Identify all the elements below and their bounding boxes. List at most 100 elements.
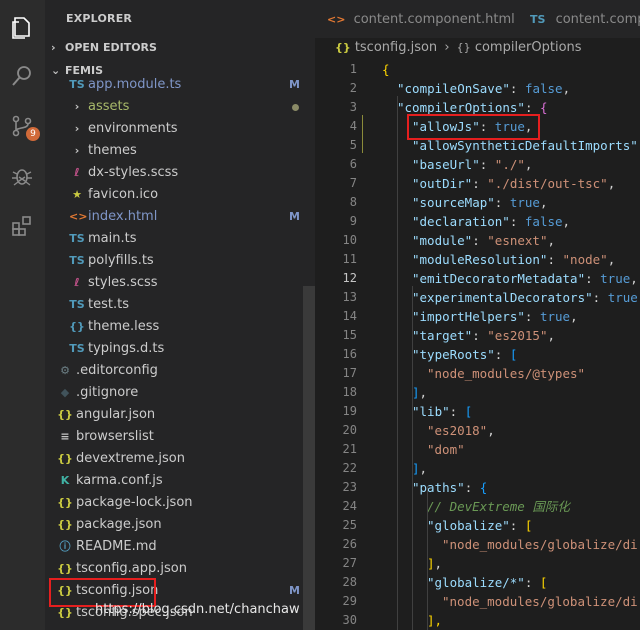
code-line: "experimentalDecorators": true bbox=[412, 288, 638, 307]
file-tree-item-label: .editorconfig bbox=[76, 363, 158, 378]
code-token: , bbox=[562, 214, 571, 229]
code-token: [ bbox=[509, 347, 518, 362]
file-tree-item[interactable]: TS polyfills.ts bbox=[45, 250, 315, 272]
tab-content-component-ts[interactable]: TS content.compon bbox=[530, 0, 640, 38]
line-number: 27 bbox=[342, 556, 357, 570]
file-tree-item[interactable]: ★ favicon.ico bbox=[45, 184, 315, 206]
file-type-icon: ◆ bbox=[60, 386, 70, 399]
code-token: "importHelpers" bbox=[412, 309, 525, 324]
file-tree-item[interactable]: Kkarma.conf.js bbox=[45, 470, 315, 492]
file-tree-item[interactable]: ≡ browserslist bbox=[45, 426, 315, 448]
file-tree-item[interactable]: › themes bbox=[45, 140, 315, 162]
file-tree-item[interactable]: {} package.json bbox=[45, 514, 315, 536]
explorer-icon[interactable] bbox=[10, 16, 34, 40]
sidebar-scrollbar[interactable] bbox=[303, 286, 315, 630]
code-token: "node" bbox=[562, 252, 608, 267]
chevron-right-icon: › bbox=[74, 100, 80, 113]
html-icon: <> bbox=[327, 13, 346, 26]
modified-gutter-marker bbox=[362, 115, 363, 153]
file-type-icon: {} bbox=[57, 452, 73, 465]
code-token: , bbox=[487, 423, 495, 438]
activity-bar: 9 bbox=[0, 0, 45, 630]
code-token: "sourceMap" bbox=[412, 195, 495, 210]
line-number: 15 bbox=[342, 328, 357, 342]
code-line: // DevExtreme 国际化 bbox=[427, 497, 570, 516]
code-token: false bbox=[524, 81, 563, 96]
watermark: https://blog.csdn.net/chanchaw bbox=[95, 602, 300, 617]
code-token: "emitDecoratorMetadata" bbox=[412, 271, 586, 286]
file-tree-item-label: styles.scss bbox=[88, 275, 158, 290]
file-tree-item[interactable]: ⚙ .editorconfig bbox=[45, 360, 315, 382]
code-token: , bbox=[539, 195, 548, 210]
code-line: "baseUrl": "./", bbox=[412, 155, 532, 174]
code-token: [ bbox=[539, 575, 548, 590]
file-tree-item-label: index.html bbox=[88, 209, 158, 224]
file-tree-item[interactable]: TS test.ts bbox=[45, 294, 315, 316]
code-token: "allowSyntheticDefaultImports" bbox=[412, 138, 638, 153]
line-number: 26 bbox=[342, 537, 357, 551]
line-number: 23 bbox=[342, 480, 357, 494]
indent-guide bbox=[397, 96, 398, 630]
code-token: [ bbox=[524, 518, 533, 533]
file-type-icon: ★ bbox=[72, 188, 82, 201]
code-token: , bbox=[607, 176, 616, 191]
file-tree-item[interactable]: {} theme.less bbox=[45, 316, 315, 338]
file-tree-item[interactable]: ⓘ README.md bbox=[45, 536, 315, 558]
file-tree-item[interactable]: ◆ .gitignore bbox=[45, 382, 315, 404]
code-token: , bbox=[434, 556, 443, 571]
code-token: : bbox=[585, 271, 601, 286]
line-number: 17 bbox=[342, 366, 357, 380]
debug-icon[interactable] bbox=[10, 164, 34, 188]
file-tree-item[interactable]: › assets bbox=[45, 96, 315, 118]
breadcrumb-node[interactable]: compilerOptions bbox=[475, 40, 582, 55]
code-token: "moduleResolution" bbox=[412, 252, 548, 267]
code-token: "dom" bbox=[427, 442, 465, 457]
file-type-icon: TS bbox=[69, 254, 85, 267]
code-token: true bbox=[607, 290, 638, 305]
code-token: true bbox=[539, 309, 571, 324]
search-icon[interactable] bbox=[10, 64, 34, 88]
code-token: : bbox=[524, 575, 540, 590]
code-token: "target" bbox=[412, 328, 473, 343]
file-tree-item[interactable]: ℓ dx-styles.scss bbox=[45, 162, 315, 184]
code-line: "emitDecoratorMetadata": true, bbox=[412, 269, 638, 288]
code-token: { bbox=[540, 100, 548, 115]
line-number: 16 bbox=[342, 347, 357, 361]
code-token: , bbox=[524, 157, 533, 172]
code-token: // DevExtreme 国际化 bbox=[427, 499, 570, 514]
file-tree-item[interactable]: TS app.module.ts M bbox=[45, 74, 315, 96]
extensions-icon[interactable] bbox=[10, 214, 34, 238]
file-tree-item[interactable]: TS main.ts bbox=[45, 228, 315, 250]
line-number: 13 bbox=[342, 290, 357, 304]
code-token: "./" bbox=[494, 157, 525, 172]
file-tree-item-label: angular.json bbox=[76, 407, 156, 422]
code-line: "module": "esnext", bbox=[412, 231, 555, 250]
file-type-icon: ⓘ bbox=[59, 540, 71, 553]
code-token: "es2018" bbox=[427, 423, 488, 438]
code-line: ], bbox=[427, 554, 442, 573]
file-tree-item[interactable]: › environments bbox=[45, 118, 315, 140]
file-type-icon: <> bbox=[69, 210, 88, 223]
file-tree-item-label: environments bbox=[88, 121, 178, 136]
code-line: "typeRoots": [ bbox=[412, 345, 517, 364]
indent-guide bbox=[412, 286, 413, 630]
code-token: : bbox=[509, 518, 525, 533]
file-tree-item-label: dx-styles.scss bbox=[88, 165, 179, 180]
breadcrumb-file[interactable]: tsconfig.json bbox=[355, 40, 437, 55]
file-tree-item[interactable]: {} package-lock.json bbox=[45, 492, 315, 514]
tab-bar: <> content.component.html TS content.com… bbox=[315, 0, 640, 38]
line-number: 29 bbox=[342, 594, 357, 608]
code-line: "lib": [ bbox=[412, 402, 472, 421]
file-tree-item[interactable]: {} angular.json bbox=[45, 404, 315, 426]
file-tree-item[interactable]: ℓ styles.scss bbox=[45, 272, 315, 294]
code-line: "node_modules/globalize/di bbox=[442, 592, 638, 611]
file-tree-item[interactable]: {} tsconfig.app.json bbox=[45, 558, 315, 580]
file-type-icon: TS bbox=[69, 78, 85, 91]
file-tree-item[interactable]: <> index.html M bbox=[45, 206, 315, 228]
open-editors-section[interactable]: › OPEN EDITORS bbox=[51, 41, 157, 54]
line-number: 9 bbox=[349, 214, 357, 228]
file-tree-item[interactable]: TS typings.d.ts bbox=[45, 338, 315, 360]
file-tree-item-label: favicon.ico bbox=[88, 187, 159, 202]
tab-content-component-html[interactable]: <> content.component.html bbox=[327, 0, 515, 38]
file-tree-item[interactable]: {} devextreme.json bbox=[45, 448, 315, 470]
